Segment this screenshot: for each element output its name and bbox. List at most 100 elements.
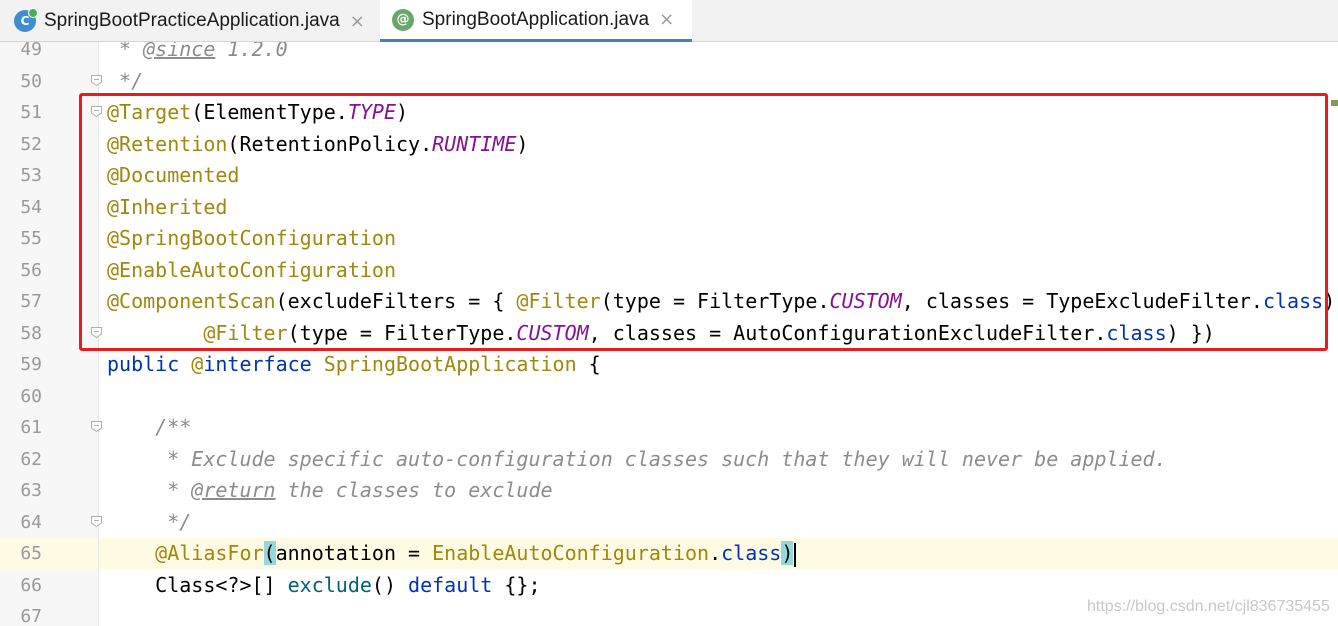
token-kw: default [408, 572, 493, 597]
line-number: 67 [20, 606, 42, 626]
token-doc: */ [155, 509, 192, 534]
code-text[interactable]: * @since 1.2.0 [107, 42, 288, 65]
token-const: CUSTOM [516, 320, 589, 345]
code-line[interactable]: 63 * @return the classes to exclude [0, 475, 1338, 506]
token-kw: public [107, 352, 180, 376]
token-typ: (RetentionPolicy. [227, 131, 433, 156]
line-number: 50 [20, 70, 42, 92]
code-line[interactable]: 53 @Documented [0, 160, 1338, 191]
code-line[interactable]: 65 @AliasFor(annotation = EnableAutoConf… [0, 538, 1338, 569]
code-line[interactable]: 57 @ComponentScan(excludeFilters = { @Fil… [0, 286, 1338, 317]
watermark: https://blog.csdn.net/cjl836735455 [1087, 598, 1330, 615]
token-brace-hl: ( [263, 541, 276, 565]
token-typ [107, 321, 203, 345]
code-line[interactable]: 55 @SpringBootConfiguration [0, 223, 1338, 254]
token-ann: @ [191, 352, 204, 376]
token-doctag: @return [191, 478, 276, 502]
code-text[interactable]: @Documented [107, 160, 239, 191]
code-text[interactable]: @ComponentScan(excludeFilters = { @Filte… [107, 286, 1338, 317]
code-text[interactable]: */ [107, 507, 191, 538]
tab-springbootapplication[interactable]: @ SpringBootApplication.java × [380, 0, 692, 43]
fold-marker-icon[interactable] [90, 420, 103, 433]
code-text[interactable]: public @interface SpringBootApplication … [107, 349, 601, 380]
code-text[interactable]: @Retention(RetentionPolicy.RUNTIME) [107, 129, 528, 160]
token-typ: ) }) [1166, 320, 1215, 345]
code-line[interactable]: 49 * @since 1.2.0 [0, 42, 1338, 65]
tab-label: SpringBootPracticeApplication.java [44, 10, 340, 31]
close-icon[interactable]: × [659, 9, 674, 30]
token-doc: */ [107, 68, 144, 93]
token-mth: exclude [287, 572, 372, 597]
class-icon: C [14, 8, 38, 32]
code-text[interactable]: @EnableAutoConfiguration [107, 255, 396, 286]
code-line[interactable]: 64 */ [0, 507, 1338, 538]
line-number: 56 [20, 259, 42, 281]
close-icon[interactable]: × [350, 11, 365, 32]
token-doctag: @since [143, 42, 216, 61]
line-number: 60 [20, 385, 42, 407]
token-brace-hl: ) [781, 541, 794, 565]
line-number: 49 [20, 42, 42, 60]
line-number: 59 [20, 354, 42, 375]
token-typ: (excludeFilters = { [275, 289, 517, 313]
code-text[interactable]: * Exclude specific auto-configuration cl… [107, 444, 1166, 475]
fold-marker-icon[interactable] [90, 74, 103, 87]
code-line[interactable]: 51 @Target(ElementType.TYPE) [0, 97, 1338, 128]
fold-marker-icon[interactable] [90, 515, 103, 528]
token-const: CUSTOM [829, 289, 902, 313]
code-text[interactable]: Class<?>[] exclude() default {}; [107, 570, 540, 601]
line-number: 58 [20, 322, 42, 344]
code-line[interactable]: 50 */ [0, 66, 1338, 97]
token-typ: , classes = AutoConfigurationExcludeFilt… [588, 320, 1107, 345]
token-ann: @Documented [107, 163, 240, 187]
code-line[interactable]: 52 @Retention(RetentionPolicy.RUNTIME) [0, 129, 1338, 160]
code-text[interactable]: @SpringBootConfiguration [107, 223, 396, 254]
token-typ: (type = FilterType. [287, 320, 517, 345]
token-typ [107, 415, 155, 439]
line-number: 52 [20, 133, 42, 155]
token-ann: @EnableAutoConfiguration [107, 257, 396, 282]
line-number: 61 [20, 417, 42, 438]
annotation-icon: @ [392, 8, 414, 31]
token-ann: @AliasFor [155, 541, 264, 565]
token-typ: () [371, 572, 409, 597]
token-typ: , classes = TypeExcludeFilter. [901, 289, 1263, 313]
token-ann: @Filter [516, 289, 601, 313]
code-text[interactable]: @Target(ElementType.TYPE) [107, 97, 408, 128]
token-ann: @Target [107, 100, 192, 124]
code-line[interactable]: 59 public @interface SpringBootApplicatio… [0, 349, 1338, 380]
line-number: 64 [20, 511, 42, 533]
line-number: 55 [20, 228, 42, 249]
code-line[interactable]: 56 @EnableAutoConfiguration [0, 255, 1338, 286]
token-doc: /** [155, 415, 192, 439]
code-line[interactable]: 60 [0, 381, 1338, 412]
editor-tab-bar: C SpringBootPracticeApplication.java × @… [0, 0, 1338, 43]
line-number: 53 [20, 165, 42, 186]
token-doc: * [155, 478, 192, 502]
code-line[interactable]: 54 @Inherited [0, 192, 1338, 223]
code-editor[interactable]: 49 * @since 1.2.0 50 */51 @Target(ElementT… [0, 42, 1338, 626]
token-typ [107, 478, 155, 502]
tab-springbootpracticeapplication[interactable]: C SpringBootPracticeApplication.java × [0, 0, 380, 42]
fold-marker-icon[interactable] [90, 105, 103, 118]
code-text[interactable]: */ [107, 66, 143, 97]
token-typ: (type = FilterType. [600, 289, 830, 313]
token-typ: Class<?>[] [107, 572, 288, 597]
token-typ: . [709, 541, 722, 565]
code-text[interactable]: @AliasFor(annotation = EnableAutoConfigu… [107, 538, 797, 569]
token-kw: class [1262, 289, 1324, 313]
token-typ: ), [1323, 289, 1338, 313]
token-doc: * [107, 42, 144, 61]
code-text[interactable]: /** [107, 412, 191, 443]
code-text[interactable]: @Inherited [107, 192, 227, 223]
code-line[interactable]: 58 @Filter(type = FilterType.CUSTOM, cla… [0, 318, 1338, 349]
code-text[interactable]: * @return the classes to exclude [107, 475, 552, 506]
token-const: RUNTIME [432, 131, 517, 156]
code-text[interactable]: @Filter(type = FilterType.CUSTOM, classe… [107, 318, 1215, 349]
code-line[interactable]: 62 * Exclude specific auto-configuration… [0, 444, 1338, 475]
token-typ [179, 352, 191, 376]
code-line[interactable]: 66 Class<?>[] exclude() default {}; [0, 570, 1338, 601]
code-line[interactable]: 61 /** [0, 412, 1338, 443]
scrollbar-marker[interactable] [1331, 100, 1338, 106]
fold-marker-icon[interactable] [90, 326, 103, 339]
